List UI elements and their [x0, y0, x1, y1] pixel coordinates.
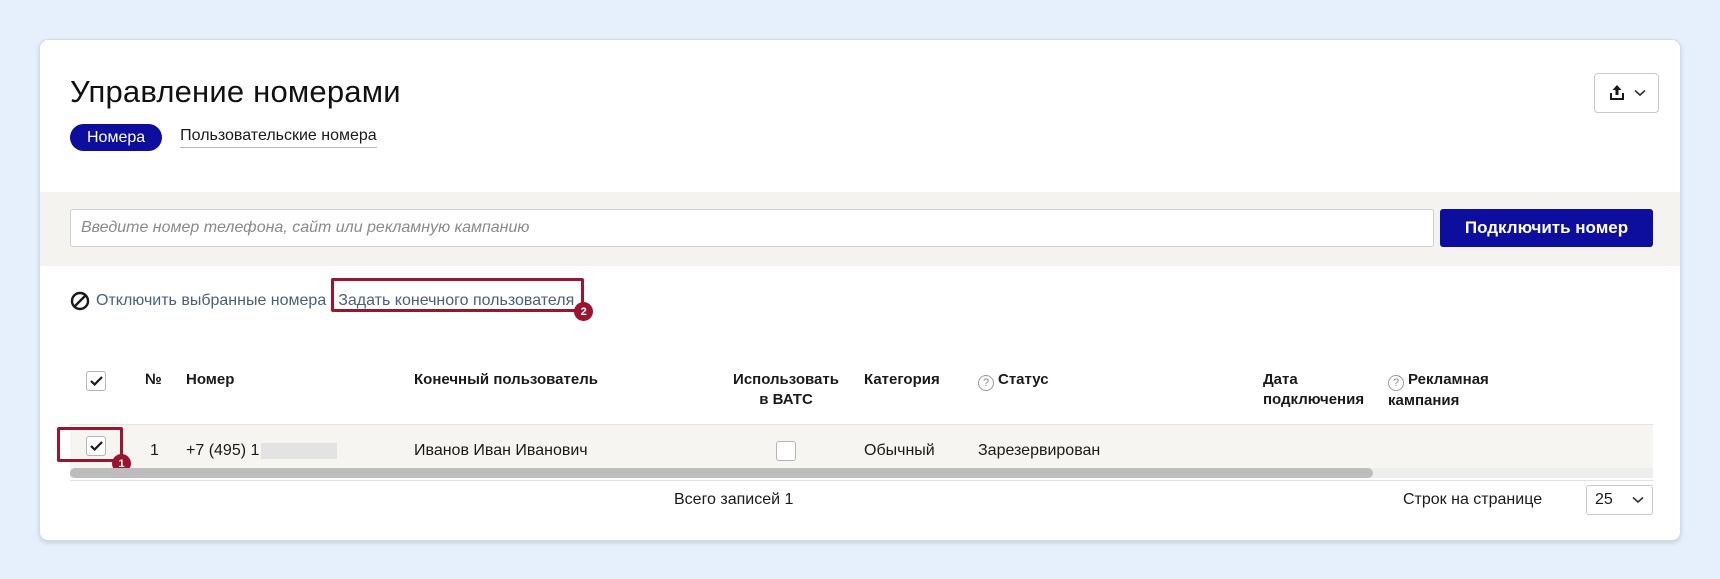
rows-per-page-label: Строк на странице — [1403, 491, 1543, 508]
footer-divider — [70, 480, 1653, 481]
col-status-label: Статус — [998, 371, 1049, 388]
scrollbar-thumb[interactable] — [70, 468, 1373, 478]
disable-selected-action[interactable]: Отключить выбранные номера — [70, 291, 326, 311]
chevron-down-icon — [1632, 496, 1644, 504]
checkmark-icon — [89, 376, 103, 386]
row-number: +7 (495) 1 — [186, 442, 260, 459]
table-header: № Номер Конечный пользователь Использова… — [70, 362, 1653, 424]
col-campaign-line1: Рекламная — [1408, 371, 1489, 388]
tab-numbers[interactable]: Номера — [70, 124, 163, 151]
assign-end-user-link[interactable]: Задать конечного пользователя — [338, 292, 574, 309]
page-title: Управление номерами — [70, 74, 401, 109]
tab-user-numbers[interactable]: Пользовательские номера — [180, 127, 377, 148]
chevron-down-icon — [1633, 89, 1646, 97]
col-date-line2: подключения — [1263, 391, 1365, 408]
rows-per-page-value: 25 — [1595, 491, 1613, 508]
total-records: Всего записей 1 — [674, 491, 794, 508]
assign-end-user-wrap: Задать конечного пользователя 2 — [331, 278, 594, 321]
row-checkbox[interactable] — [86, 436, 106, 456]
ban-icon — [70, 291, 90, 311]
search-band: Подключить номер — [40, 192, 1680, 266]
annotation-badge-2: 2 — [574, 302, 594, 321]
tabs: Номера Пользовательские номера — [70, 124, 377, 151]
help-icon[interactable]: ? — [1388, 375, 1404, 391]
col-end-user[interactable]: Конечный пользователь — [414, 370, 598, 390]
col-number[interactable]: Номер — [186, 370, 234, 390]
use-vats-checkbox[interactable] — [776, 441, 796, 461]
masked-digits — [261, 443, 338, 459]
col-use-vats-line2: в ВАТС — [759, 391, 813, 408]
bulk-actions: Отключить выбранные номера Задать конечн… — [70, 278, 594, 321]
horizontal-scrollbar[interactable] — [70, 468, 1653, 478]
col-date[interactable]: Дата подключения — [1263, 370, 1364, 410]
connect-number-button[interactable]: Подключить номер — [1440, 209, 1653, 247]
col-campaign[interactable]: ? Рекламная кампания — [1388, 370, 1489, 411]
select-all-checkbox[interactable] — [86, 371, 106, 391]
export-button[interactable] — [1594, 73, 1659, 113]
col-status[interactable]: ? Статус — [978, 370, 1049, 391]
col-use-vats: Использовать в ВАТС — [716, 370, 856, 410]
export-icon — [1609, 85, 1624, 100]
search-input[interactable] — [70, 209, 1434, 247]
disable-selected-link[interactable]: Отключить выбранные номера — [96, 292, 326, 310]
help-icon[interactable]: ? — [978, 375, 994, 391]
col-campaign-line2: кампания — [1388, 392, 1460, 409]
col-num: № — [145, 371, 162, 388]
col-use-vats-line1: Использовать — [733, 371, 839, 388]
checkmark-icon — [89, 441, 103, 451]
col-category[interactable]: Категория — [864, 370, 940, 390]
numbers-management-card: Управление номерами Номера Пользовательс… — [40, 40, 1680, 540]
col-date-line1: Дата — [1263, 371, 1298, 388]
rows-per-page-select[interactable]: 25 — [1586, 485, 1653, 515]
